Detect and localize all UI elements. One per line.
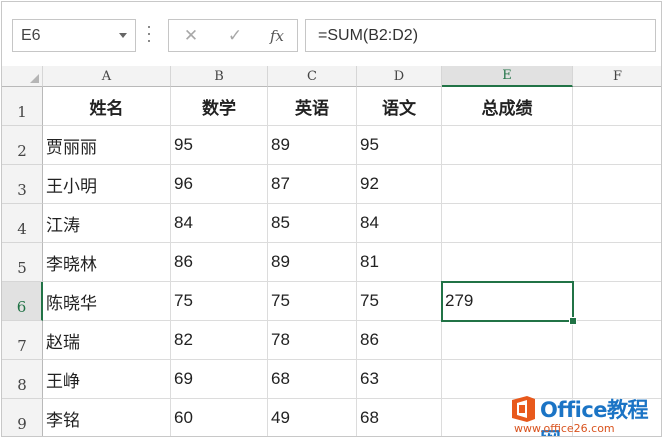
cell-c6[interactable]: 75: [268, 282, 357, 321]
cell-a7[interactable]: 赵瑞: [43, 321, 171, 360]
cell-f5[interactable]: [573, 243, 661, 282]
cell-e6[interactable]: 279: [441, 281, 574, 322]
table-row: 3 王小明 96 87 92: [2, 165, 661, 204]
cell-a5[interactable]: 李晓林: [43, 243, 171, 282]
chevron-down-icon[interactable]: [119, 33, 127, 38]
row-number: 1: [17, 103, 27, 121]
cell-e3[interactable]: [442, 165, 573, 204]
cell-b4[interactable]: 84: [171, 204, 268, 243]
fill-handle[interactable]: [569, 317, 577, 325]
row-header-3[interactable]: 3: [2, 165, 43, 204]
name-box-value: E6: [21, 27, 41, 44]
cell-d6[interactable]: 75: [357, 282, 442, 321]
cell-d4[interactable]: 84: [357, 204, 442, 243]
row-number: 7: [17, 337, 27, 355]
cell-d5[interactable]: 81: [357, 243, 442, 282]
cell-e5[interactable]: [442, 243, 573, 282]
cell-f3[interactable]: [573, 165, 661, 204]
cell-f6[interactable]: [573, 282, 661, 321]
formula-text: =SUM(B2:D2): [318, 27, 419, 44]
enter-icon[interactable]: ✓: [223, 25, 247, 47]
cell-e1[interactable]: 总成绩: [442, 87, 573, 126]
cell-e2[interactable]: [442, 126, 573, 165]
cell-e4[interactable]: [442, 204, 573, 243]
row-header-9[interactable]: 9: [2, 399, 43, 436]
cancel-icon[interactable]: ✕: [179, 25, 203, 47]
formula-input[interactable]: =SUM(B2:D2): [305, 19, 656, 52]
cell-c5[interactable]: 89: [268, 243, 357, 282]
cell-d2[interactable]: 95: [357, 126, 442, 165]
cell-d9[interactable]: 68: [357, 399, 442, 436]
cell-c3[interactable]: 87: [268, 165, 357, 204]
select-all-corner[interactable]: [2, 66, 43, 87]
cell-a2[interactable]: 贾丽丽: [43, 126, 171, 165]
cell-b2[interactable]: 95: [171, 126, 268, 165]
cell-a8[interactable]: 王峥: [43, 360, 171, 399]
row-header-2[interactable]: 2: [2, 126, 43, 165]
row-number: 2: [17, 142, 27, 160]
cell-a9[interactable]: 李铭: [43, 399, 171, 436]
row-header-7[interactable]: 7: [2, 321, 43, 360]
cell-f4[interactable]: [573, 204, 661, 243]
table-row: 5 李晓林 86 89 81: [2, 243, 661, 282]
row-header-5[interactable]: 5: [2, 243, 43, 282]
table-row: 4 江涛 84 85 84: [2, 204, 661, 243]
cell-c4[interactable]: 85: [268, 204, 357, 243]
column-header-b[interactable]: B: [171, 66, 268, 87]
name-box[interactable]: E6: [12, 19, 136, 52]
select-all-icon: [30, 74, 39, 83]
cell-a6[interactable]: 陈晓华: [43, 282, 171, 321]
cell-c8[interactable]: 68: [268, 360, 357, 399]
cell-f7[interactable]: [573, 321, 661, 360]
row-number: 6: [16, 298, 27, 316]
cell-b1[interactable]: 数学: [171, 87, 268, 126]
cell-d8[interactable]: 63: [357, 360, 442, 399]
row-number: 8: [17, 376, 27, 394]
cell-c1[interactable]: 英语: [268, 87, 357, 126]
cell-b9[interactable]: 60: [171, 399, 268, 436]
table-row: 6 陈晓华 75 75 75 279: [2, 281, 661, 322]
cell-b8[interactable]: 69: [171, 360, 268, 399]
watermark: Office教程网 www.office26.com: [496, 386, 661, 436]
cell-a4[interactable]: 江涛: [43, 204, 171, 243]
cell-e7[interactable]: [442, 321, 573, 360]
formula-bar-area: E6 ✕ ✓ fx =SUM(B2:D2): [2, 2, 661, 66]
spreadsheet-window: E6 ✕ ✓ fx =SUM(B2:D2) A B C D E F 1 姓名 数学 英语 语文 总成绩…: [1, 1, 662, 437]
formula-buttons: ✕ ✓ fx: [168, 19, 298, 52]
table-row: 2 贾丽丽 95 89 95: [2, 126, 661, 165]
cell-c7[interactable]: 78: [268, 321, 357, 360]
cell-c2[interactable]: 89: [268, 126, 357, 165]
column-header-f[interactable]: F: [573, 66, 661, 87]
cell-b6[interactable]: 75: [171, 282, 268, 321]
cell-d1[interactable]: 语文: [357, 87, 442, 126]
table-row: 1 姓名 数学 英语 语文 总成绩: [2, 87, 661, 126]
insert-function-icon[interactable]: fx: [265, 25, 289, 47]
drag-handle-icon[interactable]: [147, 26, 151, 44]
column-header-c[interactable]: C: [268, 66, 357, 87]
row-header-4[interactable]: 4: [2, 204, 43, 243]
cell-f1[interactable]: [573, 87, 661, 126]
cell-d7[interactable]: 86: [357, 321, 442, 360]
column-header-d[interactable]: D: [357, 66, 442, 87]
row-number: 3: [17, 181, 27, 199]
row-header-8[interactable]: 8: [2, 360, 43, 399]
row-number: 9: [17, 415, 27, 433]
row-number: 5: [17, 259, 27, 277]
row-number: 4: [17, 220, 27, 238]
table-row: 7 赵瑞 82 78 86: [2, 321, 661, 360]
cell-b5[interactable]: 86: [171, 243, 268, 282]
cell-a3[interactable]: 王小明: [43, 165, 171, 204]
cell-a1[interactable]: 姓名: [43, 87, 171, 126]
row-header-1[interactable]: 1: [2, 87, 43, 126]
cell-b3[interactable]: 96: [171, 165, 268, 204]
watermark-url: www.office26.com: [514, 422, 615, 435]
column-header-a[interactable]: A: [43, 66, 171, 87]
cell-f2[interactable]: [573, 126, 661, 165]
cell-c9[interactable]: 49: [268, 399, 357, 436]
cell-b7[interactable]: 82: [171, 321, 268, 360]
column-header-e[interactable]: E: [442, 66, 573, 87]
cell-d3[interactable]: 92: [357, 165, 442, 204]
row-header-6[interactable]: 6: [2, 282, 43, 321]
office-logo-icon: [512, 396, 535, 422]
